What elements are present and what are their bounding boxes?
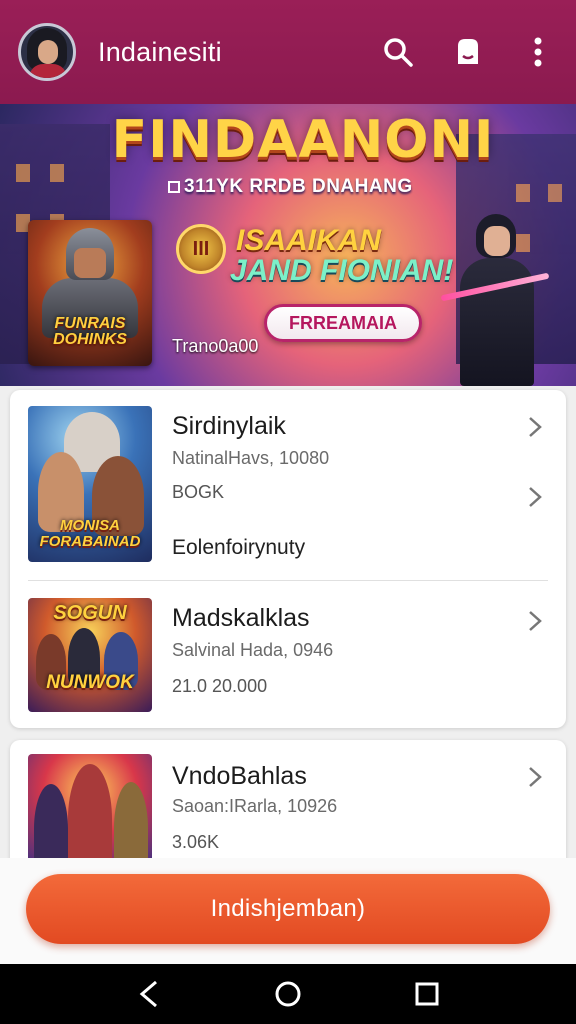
item-meta: 21.0 20.000 <box>172 676 268 696</box>
search-button[interactable] <box>378 32 418 72</box>
banner-subtitle-text: 311YK RRDB DNAHANG <box>184 176 413 197</box>
item-meta: 3.06K <box>172 832 220 852</box>
recents-button[interactable] <box>407 974 447 1014</box>
poster-warrior-face <box>74 248 106 278</box>
chevron-right-icon[interactable] <box>524 486 546 508</box>
avatar-body <box>29 64 67 78</box>
banner-caption: Trano0a00 <box>172 336 259 356</box>
hero-face <box>484 226 510 256</box>
more-options-button[interactable] <box>518 32 558 72</box>
bottom-action-area: Indishjemban) <box>0 858 576 964</box>
game-thumbnail <box>28 754 152 874</box>
chevron-right-icon[interactable] <box>524 416 546 438</box>
top-app-bar: Indainesiti <box>0 0 576 104</box>
game-list-card: MONISA FORABAINAD Sirdinylaik NatinalHav… <box>10 390 566 728</box>
item-subtitle: Saoan:IRarla, 10926 <box>172 796 338 816</box>
item-tag: Eolenfoirynuty <box>172 536 306 559</box>
chevron-right-icon[interactable] <box>524 610 546 632</box>
building-window <box>50 164 64 182</box>
divider <box>28 580 548 581</box>
more-vert-icon <box>534 37 542 67</box>
primary-cta-button[interactable]: Indishjemban) <box>26 874 550 944</box>
promo-banner[interactable]: FINDAANONI 311YK RRDB DNAHANG FUNRAIS DO… <box>0 104 576 386</box>
square-icon <box>168 181 180 193</box>
item-title: Madskalklas <box>172 604 310 632</box>
notification-icon <box>458 39 478 64</box>
medal-badge: III <box>176 224 226 274</box>
notification-button[interactable] <box>448 32 488 72</box>
item-title: Sirdinylaik <box>172 412 286 440</box>
home-icon <box>275 981 301 1007</box>
thumb-logo-text: MONISA FORABAINAD <box>39 517 141 550</box>
hero-character <box>440 214 560 386</box>
search-icon <box>384 38 413 67</box>
chevron-right-icon[interactable] <box>524 766 546 788</box>
banner-subtitle: 311YK RRDB DNAHANG <box>168 176 413 198</box>
item-title: VndoBahlas <box>172 762 307 790</box>
game-thumbnail: MONISA FORABAINAD <box>28 406 152 562</box>
back-icon <box>140 980 158 1008</box>
avatar-face <box>38 40 58 64</box>
building-window <box>16 164 30 182</box>
game-poster[interactable]: FUNRAIS DOHINKS <box>28 220 152 366</box>
back-button[interactable] <box>129 974 169 1014</box>
avatar[interactable] <box>18 23 76 81</box>
item-subtitle: Salvinal Hada, 0946 <box>172 640 334 660</box>
recents-icon <box>415 982 439 1006</box>
promo-headline-2: JAND FIONIAN! <box>230 254 454 287</box>
item-meta: BOGK <box>172 482 225 502</box>
building-window <box>548 184 562 202</box>
system-nav-bar <box>0 964 576 1024</box>
poster-logo-text: FUNRAIS DOHINKS <box>53 315 127 348</box>
building-window <box>516 184 530 202</box>
app-screen: Indainesiti FINDAANONI 311YK RRDB DNAHAN… <box>0 0 576 1024</box>
banner-title: FINDAANONI <box>111 110 495 170</box>
home-button[interactable] <box>268 974 308 1014</box>
thumb-logo-text: SOGUN <box>53 602 127 624</box>
app-title: Indainesiti <box>98 36 222 67</box>
game-thumbnail: SOGUN NUNWOK <box>28 598 152 712</box>
promo-button[interactable]: FRREAMAIA <box>264 304 422 342</box>
promo-headline-1: ISAAIKAN <box>236 224 382 257</box>
item-subtitle: NatinalHavs, 10080 <box>172 448 330 468</box>
thumb-logo-text: NUNWOK <box>46 672 134 693</box>
medal-text: III <box>192 237 210 260</box>
